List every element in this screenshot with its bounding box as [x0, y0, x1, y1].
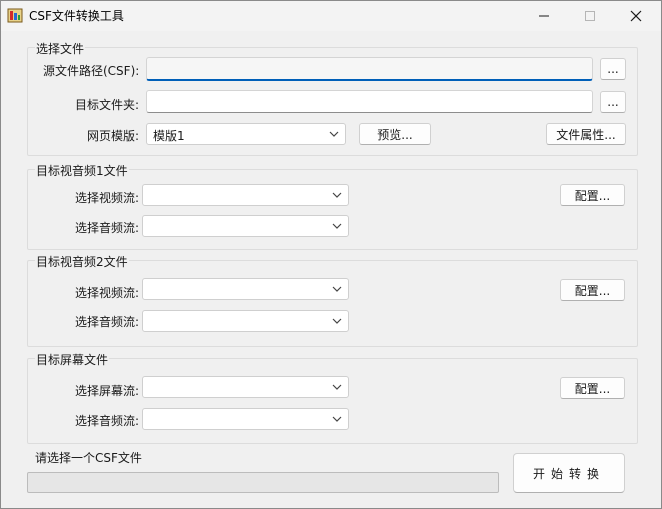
- convert-button[interactable]: 开始转换: [513, 453, 625, 493]
- screen-config-button[interactable]: 配置...: [560, 377, 625, 399]
- chevron-down-icon: [332, 223, 342, 229]
- close-icon: [630, 10, 642, 22]
- av2-audio-select[interactable]: [142, 310, 349, 332]
- maximize-icon: [585, 11, 595, 21]
- chevron-down-icon: [332, 416, 342, 422]
- chevron-down-icon: [332, 384, 342, 390]
- source-group-title: 选择文件: [35, 40, 86, 57]
- screen-stream-select[interactable]: [142, 376, 349, 398]
- av2-video-label: 选择视频流:: [75, 286, 140, 300]
- chevron-down-icon: [332, 286, 342, 292]
- close-button[interactable]: [613, 1, 659, 31]
- main-window: CSF文件转换工具 选择文件 源文件路径(CSF): ... 目标文件夹: ..…: [0, 0, 662, 509]
- screen-audio-select[interactable]: [142, 408, 349, 430]
- maximize-button[interactable]: [567, 1, 613, 31]
- window-title: CSF文件转换工具: [29, 9, 124, 23]
- title-bar: CSF文件转换工具: [1, 1, 661, 31]
- minimize-button[interactable]: [521, 1, 567, 31]
- av1-group-title: 目标视音频1文件: [35, 162, 129, 179]
- template-select[interactable]: 模版1: [146, 123, 346, 145]
- av1-video-select[interactable]: [142, 184, 349, 206]
- minimize-icon: [539, 15, 549, 17]
- progress-bar: [27, 472, 499, 493]
- av2-config-button[interactable]: 配置...: [560, 279, 625, 301]
- av1-group: [27, 169, 638, 250]
- screen-audio-label: 选择音频流:: [75, 414, 140, 428]
- chevron-down-icon: [329, 131, 339, 137]
- av2-video-select[interactable]: [142, 278, 349, 300]
- screen-stream-label: 选择屏幕流:: [75, 384, 140, 398]
- screen-group: [27, 358, 638, 444]
- source-path-input[interactable]: [146, 57, 593, 81]
- file-properties-button[interactable]: 文件属性...: [546, 123, 626, 145]
- preview-button[interactable]: 预览...: [359, 123, 431, 145]
- av1-audio-select[interactable]: [142, 215, 349, 237]
- screen-group-title: 目标屏幕文件: [35, 351, 110, 368]
- chevron-down-icon: [332, 192, 342, 198]
- av2-audio-label: 选择音频流:: [75, 315, 140, 329]
- chevron-down-icon: [332, 318, 342, 324]
- app-icon: [7, 7, 23, 23]
- av2-group-title: 目标视音频2文件: [35, 253, 129, 270]
- browse-target-button[interactable]: ...: [600, 91, 626, 113]
- source-path-label: 源文件路径(CSF):: [43, 64, 140, 78]
- target-folder-label: 目标文件夹:: [75, 98, 140, 112]
- template-label: 网页模版:: [87, 129, 140, 143]
- av1-audio-label: 选择音频流:: [75, 221, 140, 235]
- av1-video-label: 选择视频流:: [75, 191, 140, 205]
- browse-source-button[interactable]: ...: [600, 58, 626, 80]
- template-select-value: 模版1: [153, 129, 185, 143]
- av1-config-button[interactable]: 配置...: [560, 184, 625, 206]
- target-folder-input[interactable]: [146, 90, 593, 113]
- av2-group: [27, 260, 638, 347]
- status-text: 请选择一个CSF文件: [35, 451, 142, 465]
